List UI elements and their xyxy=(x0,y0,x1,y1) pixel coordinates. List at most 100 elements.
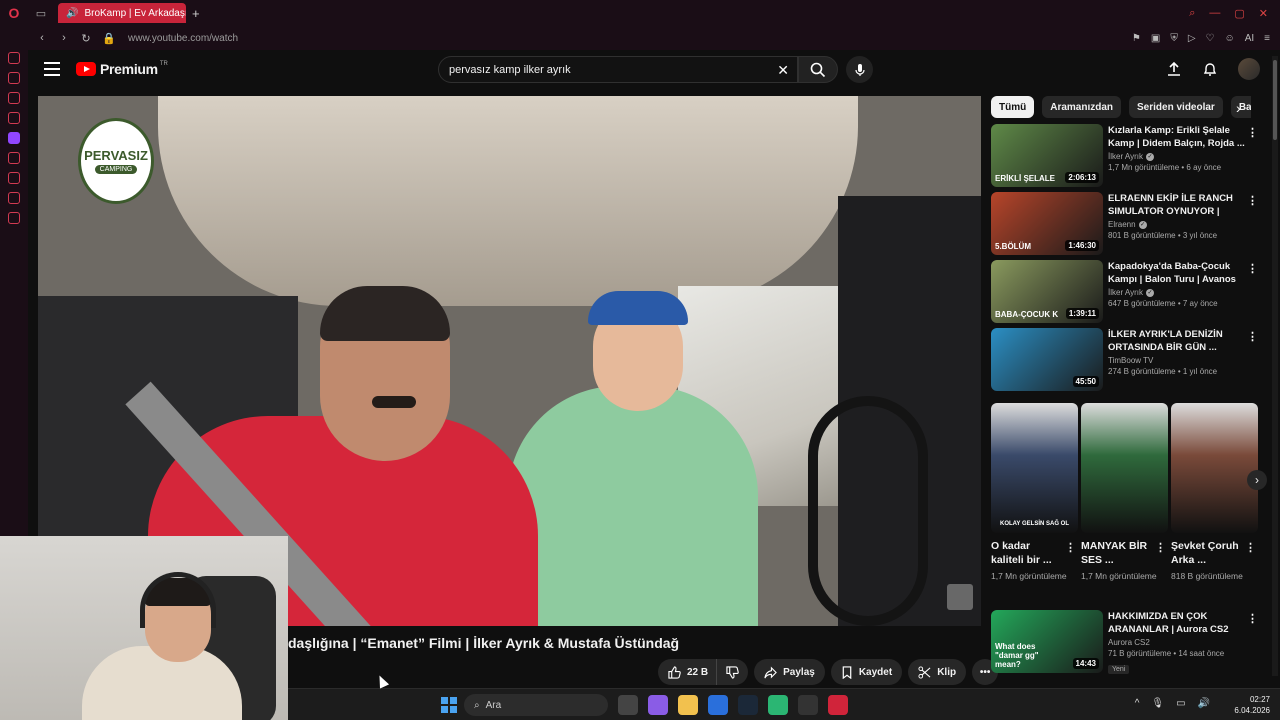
edge-icon[interactable] xyxy=(768,695,788,715)
more-options-icon[interactable]: ⋮ xyxy=(1247,194,1258,207)
user-avatar[interactable] xyxy=(1238,58,1260,80)
menu-icon[interactable]: ≡ xyxy=(1264,33,1270,44)
video-thumbnail[interactable]: 5.BÖLÜM 1:46:30 xyxy=(991,192,1103,255)
task-view-icon[interactable] xyxy=(618,695,638,715)
video-thumbnail[interactable]: What does "damar gg" mean? 14:43 xyxy=(991,610,1103,673)
search-input[interactable]: pervasız kamp ilker ayrık ✕ xyxy=(438,56,798,83)
mic-tray-icon[interactable]: 🎙 xyxy=(1151,698,1164,709)
more-options-icon[interactable]: ⋮ xyxy=(1247,330,1258,343)
taskbar-clock[interactable]: 02:27 6.04.2026 xyxy=(1234,694,1270,716)
channel-name[interactable]: TimBoow TV xyxy=(1108,356,1246,365)
more-options-icon[interactable]: ⋮ xyxy=(1247,612,1258,625)
back-button[interactable]: ‹ xyxy=(36,32,48,44)
chevron-right-icon[interactable]: › xyxy=(1236,100,1241,116)
short-thumbnail[interactable] xyxy=(1081,403,1168,533)
recommendation-title[interactable]: Kapadokya'da Baba-Çocuk Kampı | Balon Tu… xyxy=(1108,260,1246,286)
video-thumbnail[interactable]: 45:50 xyxy=(991,328,1103,391)
share-button[interactable]: Paylaş xyxy=(754,659,825,685)
audio-icon[interactable]: 🔊 xyxy=(66,8,78,19)
channel-name[interactable]: İlker Ayrık ✓ xyxy=(1108,152,1246,161)
recommendation-item[interactable]: 5.BÖLÜM 1:46:30 ELRAENN EKİP İLE RANCH S… xyxy=(991,192,1266,256)
recommendation-item[interactable]: ERİKLİ ŞELALE 2:06:13 Kızlarla Kamp: Eri… xyxy=(991,124,1266,188)
short-title[interactable]: MANYAK BİR SES ... xyxy=(1081,539,1151,567)
recommendation-item[interactable]: 45:50 İLKER AYRIK'LA DENİZİN ORTASINDA B… xyxy=(991,328,1266,392)
close-window-button[interactable]: ✕ xyxy=(1259,7,1268,20)
volume-icon[interactable]: 🔊 xyxy=(1198,698,1210,709)
copilot-icon[interactable] xyxy=(648,695,668,715)
shield-icon[interactable]: ⛨ xyxy=(1170,33,1178,44)
chip-series[interactable]: Seriden videolar xyxy=(1129,96,1223,118)
more-options-icon[interactable]: ⋮ xyxy=(1245,541,1256,554)
snapshot-icon[interactable]: ▣ xyxy=(1151,33,1160,44)
taskbar-search[interactable]: ⌕ Ara xyxy=(464,694,608,716)
save-button[interactable]: Kaydet xyxy=(830,659,903,685)
store-icon[interactable] xyxy=(708,695,728,715)
recommendation-item[interactable]: BABA-ÇOCUK K 1:39:11 Kapadokya'da Baba-Ç… xyxy=(991,260,1266,324)
short-item[interactable]: KOLAY GELSİN SAĞ OL O kadar kaliteli bir… xyxy=(991,403,1078,582)
minimize-button[interactable]: — xyxy=(1209,7,1220,20)
browser-tab-active[interactable]: 🔊 BroKamp | Ev Arkadaşı xyxy=(58,3,186,23)
dislike-button[interactable] xyxy=(716,659,749,685)
short-item[interactable]: Şevket Çoruh Arka ... 818 B görüntüleme … xyxy=(1171,403,1258,582)
more-options-icon[interactable]: ⋮ xyxy=(1247,262,1258,275)
video-thumbnail[interactable]: BABA-ÇOCUK K 1:39:11 xyxy=(991,260,1103,323)
bookmark-icon[interactable]: ⚑ xyxy=(1132,33,1141,44)
new-tab-button[interactable]: + xyxy=(192,6,200,21)
recommendation-title[interactable]: ELRAENN EKİP İLE RANCH SIMULATOR OYNUYOR… xyxy=(1108,192,1246,218)
chip-from-search[interactable]: Aramanızdan xyxy=(1042,96,1122,118)
channel-name[interactable]: Aurora CS2 xyxy=(1108,638,1246,647)
instagram-icon[interactable] xyxy=(8,92,20,104)
clip-button[interactable]: Klip xyxy=(908,659,967,685)
recommendation-item[interactable]: What does "damar gg" mean? 14:43 HAKKIMI… xyxy=(991,610,1266,674)
short-title[interactable]: O kadar kaliteli bir ... xyxy=(991,539,1061,567)
short-thumbnail[interactable] xyxy=(1171,403,1258,533)
voice-search-button[interactable] xyxy=(846,56,873,83)
maximize-button[interactable]: ▢ xyxy=(1234,7,1244,20)
like-button[interactable]: 22 B xyxy=(658,659,717,685)
opera-logo-icon[interactable]: O xyxy=(0,0,28,26)
youtube-premium-logo[interactable]: Premium TR xyxy=(76,61,168,77)
reload-button[interactable]: ↻ xyxy=(80,32,92,45)
tab-overview-icon[interactable]: ▭ xyxy=(28,7,54,20)
search-button[interactable] xyxy=(798,56,838,83)
shorts-next-button[interactable]: › xyxy=(1247,470,1267,490)
history-icon[interactable] xyxy=(8,172,20,184)
notifications-bell-icon[interactable] xyxy=(1202,61,1218,77)
heart-icon[interactable]: ♡ xyxy=(1206,33,1215,44)
scrollbar-thumb[interactable] xyxy=(1273,60,1277,140)
recommendation-title[interactable]: HAKKIMIZDA EN ÇOK ARANANLAR | Aurora CS2 xyxy=(1108,610,1246,636)
ai-button[interactable]: AI xyxy=(1245,33,1254,44)
more-options-icon[interactable]: ⋮ xyxy=(1065,541,1076,554)
lock-icon[interactable]: 🔒 xyxy=(102,32,116,45)
channel-name[interactable]: İlker Ayrık ✓ xyxy=(1108,288,1246,297)
file-explorer-icon[interactable] xyxy=(678,695,698,715)
clear-search-icon[interactable]: ✕ xyxy=(777,62,789,79)
recommendation-title[interactable]: İLKER AYRIK'LA DENİZİN ORTASINDA BİR GÜN… xyxy=(1108,328,1246,354)
add-icon[interactable] xyxy=(8,152,20,164)
network-icon[interactable]: ▭ xyxy=(1176,698,1185,709)
short-thumbnail[interactable]: KOLAY GELSİN SAĞ OL xyxy=(991,403,1078,533)
more-options-icon[interactable]: ⋮ xyxy=(1247,126,1258,139)
short-title[interactable]: Şevket Çoruh Arka ... xyxy=(1171,539,1241,567)
steam-icon[interactable] xyxy=(738,695,758,715)
music-icon[interactable] xyxy=(8,112,20,124)
messenger-icon[interactable] xyxy=(8,52,20,64)
aria-icon[interactable] xyxy=(8,72,20,84)
video-thumbnail[interactable]: ERİKLİ ŞELALE 2:06:13 xyxy=(991,124,1103,187)
profile-icon[interactable]: ☺ xyxy=(1224,33,1234,44)
search-tabs-icon[interactable]: ⌕ xyxy=(1189,7,1195,20)
upload-icon[interactable] xyxy=(1166,61,1182,77)
windows-start-icon[interactable] xyxy=(441,697,457,713)
hamburger-menu-icon[interactable] xyxy=(44,62,60,76)
app-icon[interactable] xyxy=(798,695,818,715)
forward-button[interactable]: › xyxy=(58,32,70,44)
short-item[interactable]: MANYAK BİR SES ... 1,7 Mn görüntüleme ⋮ xyxy=(1081,403,1168,582)
page-scrollbar[interactable] xyxy=(1272,56,1278,676)
branding-watermark[interactable] xyxy=(947,584,973,610)
cast-icon[interactable]: ▷ xyxy=(1188,33,1196,44)
settings-icon[interactable] xyxy=(8,212,20,224)
recommendation-title[interactable]: Kızlarla Kamp: Erikli Şelale Kamp | Dide… xyxy=(1108,124,1246,150)
url-field[interactable]: www.youtube.com/watch xyxy=(128,33,238,44)
twitch-icon[interactable] xyxy=(8,132,20,144)
opera-taskbar-icon[interactable] xyxy=(828,695,848,715)
